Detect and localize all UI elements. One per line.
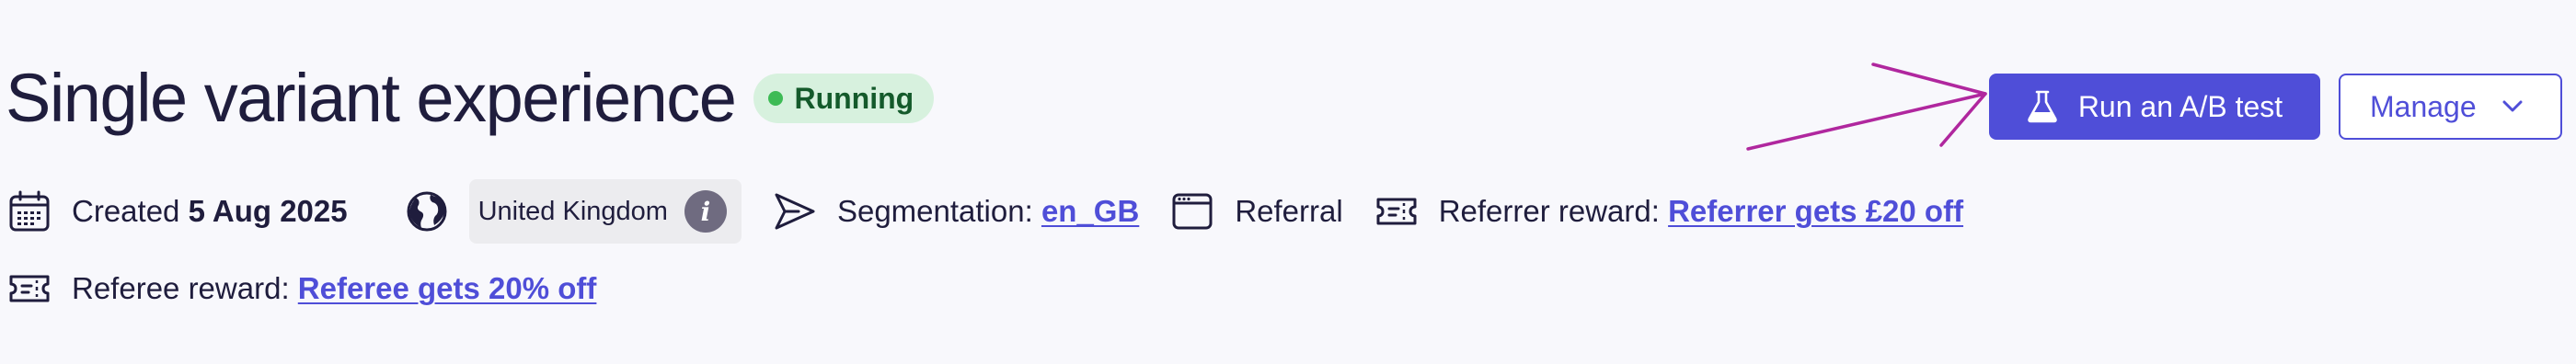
meta-row-secondary: Referee reward: Referee gets 20% off: [7, 256, 596, 321]
status-dot-icon: [768, 91, 784, 106]
referee-reward: Referee reward: Referee gets 20% off: [7, 267, 596, 311]
referrer-reward-label: Referrer reward:: [1438, 194, 1660, 228]
region-chip: United Kingdom i: [468, 179, 742, 244]
created-prefix: Created: [72, 194, 180, 228]
globe-icon: [405, 189, 449, 233]
flask-icon: [2028, 90, 2057, 123]
channel-label: Referral: [1235, 194, 1343, 228]
manage-button[interactable]: Manage: [2339, 74, 2562, 140]
info-icon[interactable]: i: [684, 190, 727, 233]
experience-header-page: Single variant experience Running Run an…: [0, 0, 2576, 364]
manage-label: Manage: [2370, 89, 2477, 123]
referee-reward-link[interactable]: Referee gets 20% off: [298, 271, 597, 305]
run-ab-test-label: Run an A/B test: [2077, 89, 2283, 123]
ticket-icon: [1374, 189, 1419, 233]
referrer-reward: Referrer reward: Referrer gets £20 off: [1374, 189, 1963, 233]
chevron-down-icon: [2502, 100, 2523, 112]
run-ab-test-button[interactable]: Run an A/B test: [1989, 74, 2320, 140]
calendar-icon: [7, 189, 52, 233]
page-title: Single variant experience: [6, 60, 737, 136]
send-icon: [773, 189, 817, 233]
status-badge: Running: [753, 74, 935, 123]
created-date-value: 5 Aug 2025: [188, 194, 348, 228]
ticket-icon: [7, 267, 52, 311]
referrer-reward-link[interactable]: Referrer gets £20 off: [1668, 194, 1963, 228]
title-row: Single variant experience Running: [6, 57, 935, 140]
referee-reward-label: Referee reward:: [72, 271, 290, 305]
channel: Referral: [1170, 189, 1343, 233]
segmentation-label: Segmentation:: [836, 194, 1033, 228]
segmentation-link[interactable]: en_GB: [1041, 194, 1139, 228]
created-date: Created 5 Aug 2025: [7, 189, 348, 233]
window-icon: [1170, 189, 1214, 233]
meta-row-primary: Created 5 Aug 2025 United Kingdom i Segm…: [7, 179, 1963, 244]
region: United Kingdom i: [405, 179, 742, 244]
region-label: United Kingdom: [477, 196, 668, 226]
segmentation: Segmentation: en_GB: [773, 189, 1139, 233]
status-label: Running: [794, 81, 914, 115]
annotation-arrow-icon: [1746, 63, 1987, 151]
